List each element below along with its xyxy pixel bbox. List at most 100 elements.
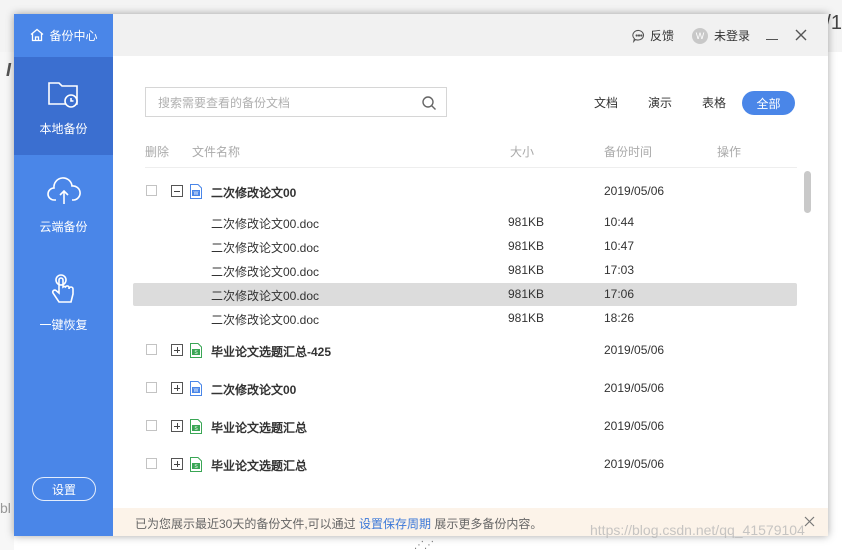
- avatar: W: [692, 27, 708, 44]
- group-row[interactable]: S 毕业论文选题汇总-425 2019/05/06: [133, 340, 797, 360]
- login-label: 未登录: [714, 29, 751, 43]
- backup-center-window: 备份中心 本地备份 云端备份 一键恢复 设置 反馈 W 未登录 搜索需要查看的备…: [14, 14, 828, 536]
- nav-label: 云端备份: [39, 219, 88, 234]
- search-box: [145, 87, 447, 117]
- file-size: 981KB: [508, 239, 545, 253]
- group-row[interactable]: S 毕业论文选题汇总 2019/05/06: [133, 454, 797, 474]
- scrollbar[interactable]: [804, 171, 811, 213]
- close-icon[interactable]: [804, 516, 815, 527]
- sheet-doc-icon: S: [190, 419, 202, 434]
- group-date: 2019/05/06: [604, 457, 665, 471]
- search-icon[interactable]: [421, 95, 437, 111]
- background-app-mark: bl: [0, 500, 11, 516]
- expand-toggle-icon[interactable]: [171, 344, 183, 356]
- file-size: 981KB: [508, 311, 545, 325]
- word-doc-icon: W: [190, 381, 202, 396]
- header-name: 文件名称: [192, 145, 241, 159]
- feedback-label: 反馈: [650, 29, 675, 43]
- cloud-upload-icon: [46, 176, 81, 204]
- file-time: 17:06: [604, 287, 635, 301]
- file-row[interactable]: 二次修改论文00.doc 981KB 10:44: [133, 212, 797, 232]
- filter-all[interactable]: 全部: [742, 91, 795, 115]
- group-name: 毕业论文选题汇总: [211, 459, 308, 473]
- svg-text:W: W: [194, 388, 199, 394]
- sidebar-brand: 备份中心: [14, 14, 113, 56]
- file-size: 981KB: [508, 287, 545, 301]
- notice-text-before: 已为您展示最近30天的备份文件,可以通过: [135, 517, 360, 531]
- group-date: 2019/05/06: [604, 343, 665, 357]
- sheet-doc-icon: S: [190, 343, 202, 358]
- group-date: 2019/05/06: [604, 381, 665, 395]
- file-size: 981KB: [508, 215, 545, 229]
- sheet-doc-icon: S: [190, 457, 202, 472]
- group-name: 毕业论文选题汇总-425: [211, 345, 332, 359]
- file-name: 二次修改论文00.doc: [211, 265, 320, 279]
- nav-label: 一键恢复: [39, 317, 88, 332]
- background-italic-icon: I: [6, 60, 12, 80]
- file-time: 18:26: [604, 311, 635, 325]
- header-action: 操作: [717, 145, 742, 159]
- group-row[interactable]: W 二次修改论文00 2019/05/06: [133, 378, 797, 398]
- search-input[interactable]: [156, 94, 410, 112]
- sidebar: 备份中心 本地备份 云端备份 一键恢复 设置: [14, 14, 113, 536]
- header-size: 大小: [510, 145, 535, 159]
- file-row-selected[interactable]: 二次修改论文00.doc 981KB 17:06: [133, 283, 797, 306]
- row-checkbox[interactable]: [146, 344, 157, 355]
- group-row[interactable]: W 二次修改论文00 2019/05/06: [133, 181, 797, 201]
- settings-button[interactable]: 设置: [32, 477, 96, 501]
- filter-sheet[interactable]: 表格: [702, 94, 726, 111]
- feedback-button[interactable]: 反馈: [632, 27, 674, 44]
- collapse-toggle-icon[interactable]: [171, 185, 183, 197]
- word-doc-icon: W: [190, 184, 202, 199]
- file-time: 10:47: [604, 239, 635, 253]
- file-name: 二次修改论文00.doc: [211, 217, 320, 231]
- filter-slides[interactable]: 演示: [648, 94, 672, 111]
- row-checkbox[interactable]: [146, 382, 157, 393]
- filter-doc[interactable]: 文档: [594, 94, 618, 111]
- nav-local-backup[interactable]: 本地备份: [14, 57, 113, 155]
- file-size: 981KB: [508, 263, 545, 277]
- row-checkbox[interactable]: [146, 420, 157, 431]
- file-name: 二次修改论文00.doc: [211, 241, 320, 255]
- row-checkbox[interactable]: [146, 185, 157, 196]
- background-app-edge: [0, 52, 14, 550]
- svg-text:W: W: [194, 191, 199, 197]
- minimize-button[interactable]: [764, 24, 780, 44]
- group-date: 2019/05/06: [604, 419, 665, 433]
- file-row[interactable]: 二次修改论文00.doc 981KB 17:03: [133, 260, 797, 280]
- row-checkbox[interactable]: [146, 458, 157, 469]
- nav-one-click-restore[interactable]: 一键恢复: [14, 253, 113, 351]
- watermark: https://blog.csdn.net/qq_41579104: [590, 522, 805, 538]
- notice-text-after: 展示更多备份内容。: [431, 517, 543, 531]
- group-row[interactable]: S 毕业论文选题汇总 2019/05/06: [133, 416, 797, 436]
- notice-text: 已为您展示最近30天的备份文件,可以通过 设置保存周期 展示更多备份内容。: [135, 515, 542, 532]
- file-name: 二次修改论文00.doc: [211, 313, 320, 327]
- retention-settings-link[interactable]: 设置保存周期: [359, 517, 431, 531]
- brand-title: 备份中心: [49, 28, 98, 43]
- close-icon[interactable]: [793, 27, 809, 43]
- expand-toggle-icon[interactable]: [171, 420, 183, 432]
- header-delete: 删除: [145, 145, 170, 159]
- file-name: 二次修改论文00.doc: [211, 289, 320, 303]
- nav-cloud-backup[interactable]: 云端备份: [14, 155, 113, 253]
- group-name: 毕业论文选题汇总: [211, 421, 308, 435]
- header-divider: [145, 167, 797, 168]
- header-time: 备份时间: [604, 145, 653, 159]
- folder-clock-icon: [47, 81, 78, 108]
- home-icon: [31, 28, 44, 42]
- background-grip-icon: ⋰⋰: [414, 540, 434, 551]
- group-name: 二次修改论文00: [211, 186, 297, 200]
- file-row[interactable]: 二次修改论文00.doc 981KB 18:26: [133, 308, 797, 328]
- login-button[interactable]: W 未登录: [692, 27, 750, 44]
- group-name: 二次修改论文00: [211, 383, 297, 397]
- expand-toggle-icon[interactable]: [171, 382, 183, 394]
- hand-touch-icon: [51, 273, 74, 303]
- expand-toggle-icon[interactable]: [171, 458, 183, 470]
- nav-label: 本地备份: [39, 121, 88, 136]
- file-time: 17:03: [604, 263, 635, 277]
- chat-bubble-icon: [632, 29, 645, 43]
- file-row[interactable]: 二次修改论文00.doc 981KB 10:47: [133, 236, 797, 256]
- group-date: 2019/05/06: [604, 184, 665, 198]
- file-time: 10:44: [604, 215, 635, 229]
- title-bar: 反馈 W 未登录: [113, 14, 828, 56]
